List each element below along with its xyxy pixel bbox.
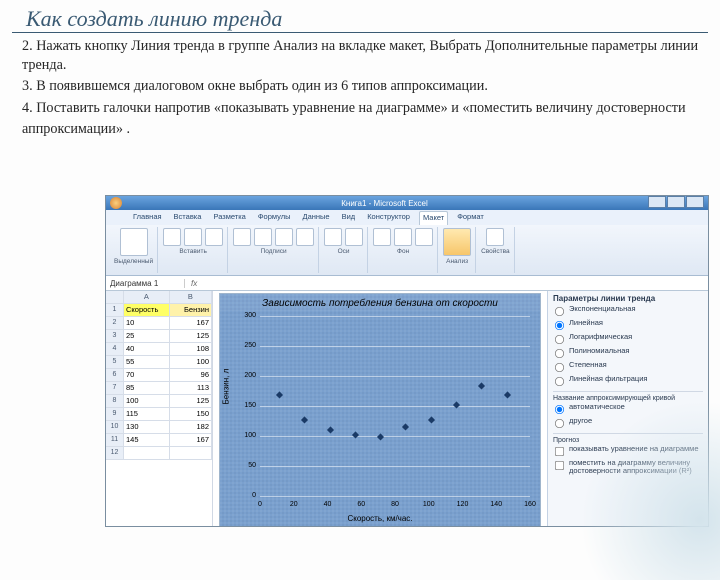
data-point: [402, 424, 409, 431]
ribbon-icon[interactable]: [184, 228, 202, 246]
radio-trend-3[interactable]: [555, 349, 564, 358]
tab-view[interactable]: Вид: [339, 211, 359, 225]
ribbon-icon[interactable]: [205, 228, 223, 246]
checkbox-show-r2[interactable]: [555, 461, 564, 470]
ribbon-group-selection: Выделенный: [110, 227, 158, 273]
data-point: [428, 416, 435, 423]
radio-trend-1[interactable]: [555, 321, 564, 330]
ribbon: Выделенный Вставить Подписи Оси Фон Анал…: [106, 225, 708, 276]
ribbon-group-background: Фон: [369, 227, 438, 273]
table-row[interactable]: 325125: [106, 330, 212, 343]
table-row[interactable]: 555100: [106, 356, 212, 369]
tab-home[interactable]: Главная: [130, 211, 165, 225]
table-row[interactable]: 785113: [106, 382, 212, 395]
ribbon-icon[interactable]: [254, 228, 272, 246]
table-row[interactable]: 11145167: [106, 434, 212, 447]
step-2: 2. Нажать кнопку Линия тренда в группе А…: [22, 37, 700, 75]
formula-bar: Диаграмма 1 fx: [106, 276, 708, 291]
close-icon[interactable]: [686, 196, 704, 208]
checkbox-show-equation[interactable]: [555, 447, 564, 456]
office-button-icon[interactable]: [110, 197, 122, 209]
ribbon-icon[interactable]: [296, 228, 314, 246]
ribbon-icon[interactable]: [373, 228, 391, 246]
tab-layout[interactable]: Разметка: [210, 211, 248, 225]
ribbon-icon[interactable]: [163, 228, 181, 246]
data-point: [326, 427, 333, 434]
tab-insert[interactable]: Вставка: [171, 211, 205, 225]
data-point: [276, 391, 283, 398]
ribbon-icon[interactable]: [233, 228, 251, 246]
tab-format[interactable]: Формат: [454, 211, 487, 225]
minimize-icon[interactable]: [648, 196, 666, 208]
worksheet[interactable]: A B 1СкоростьБензин210167325125440108555…: [106, 291, 213, 527]
panel-title: Параметры линии тренда: [553, 294, 703, 303]
tab-formulas[interactable]: Формулы: [255, 211, 294, 225]
chart-area[interactable]: Зависимость потребления бензина от скоро…: [213, 291, 547, 527]
tab-design[interactable]: Конструктор: [364, 211, 413, 225]
radio-other-name[interactable]: [555, 419, 564, 428]
slide-title: Как создать линию тренда: [12, 0, 708, 33]
ribbon-icon[interactable]: [324, 228, 342, 246]
table-row[interactable]: 9115150: [106, 408, 212, 421]
ribbon-icon[interactable]: [394, 228, 412, 246]
ribbon-icon[interactable]: [275, 228, 293, 246]
ribbon-icon[interactable]: [486, 228, 504, 246]
data-point: [377, 434, 384, 441]
table-row[interactable]: 10130182: [106, 421, 212, 434]
name-box[interactable]: Диаграмма 1: [106, 279, 185, 288]
plot-area: 050100150200250300020406080100120140160: [260, 316, 530, 496]
fx-label[interactable]: fx: [185, 279, 203, 288]
chart-title: Зависимость потребления бензина от скоро…: [220, 294, 540, 311]
radio-trend-2[interactable]: [555, 335, 564, 344]
window-titlebar: Книга1 - Microsoft Excel: [106, 196, 708, 210]
excel-screenshot: Книга1 - Microsoft Excel Главная Вставка…: [105, 195, 709, 527]
radio-trend-5[interactable]: [555, 377, 564, 386]
table-row[interactable]: 440108: [106, 343, 212, 356]
tab-maket[interactable]: Макет: [419, 211, 448, 225]
data-point: [504, 391, 511, 398]
ribbon-group-labels: Подписи: [229, 227, 319, 273]
ribbon-group-axes: Оси: [320, 227, 368, 273]
y-axis-label: Бензин, л: [222, 369, 231, 405]
data-point: [301, 416, 308, 423]
table-row[interactable]: 210167: [106, 317, 212, 330]
ribbon-icon[interactable]: [345, 228, 363, 246]
forecast-label: Прогноз: [553, 437, 703, 444]
x-axis-label: Скорость, км/час.: [220, 514, 540, 523]
window-controls[interactable]: [647, 196, 704, 210]
maximize-icon[interactable]: [667, 196, 685, 208]
ribbon-group-properties: Свойства: [477, 227, 515, 273]
trendline-button[interactable]: [443, 228, 471, 256]
ribbon-group-analysis: Анализ: [439, 227, 476, 273]
name-section-label: Название аппроксимирующей кривой: [553, 395, 703, 402]
step-3: 3. В появившемся диалоговом окне выбрать…: [22, 77, 700, 96]
table-row[interactable]: 8100125: [106, 395, 212, 408]
ribbon-tabs: Главная Вставка Разметка Формулы Данные …: [106, 210, 708, 225]
table-row[interactable]: 67096: [106, 369, 212, 382]
tab-data[interactable]: Данные: [300, 211, 333, 225]
trendline-options-panel: Параметры линии тренда ЭкспоненциальнаяЛ…: [547, 291, 708, 527]
radio-trend-4[interactable]: [555, 363, 564, 372]
table-row[interactable]: 1СкоростьБензин: [106, 304, 212, 317]
radio-trend-0[interactable]: [555, 307, 564, 316]
ribbon-icon[interactable]: [415, 228, 433, 246]
data-point: [478, 382, 485, 389]
column-headers: A B: [106, 291, 212, 304]
table-row[interactable]: 12: [106, 447, 212, 460]
radio-auto-name[interactable]: [555, 405, 564, 414]
data-point: [453, 401, 460, 408]
step-4a: 4. Поставить галочки напротив «показыват…: [22, 99, 700, 118]
ribbon-icon[interactable]: [120, 228, 148, 256]
ribbon-group-insert: Вставить: [159, 227, 228, 273]
data-point: [352, 431, 359, 438]
slide-body: 2. Нажать кнопку Линия тренда в группе А…: [0, 37, 720, 139]
window-title: Книга1 - Microsoft Excel: [341, 199, 428, 208]
step-4b: аппроксимации» .: [22, 120, 700, 139]
